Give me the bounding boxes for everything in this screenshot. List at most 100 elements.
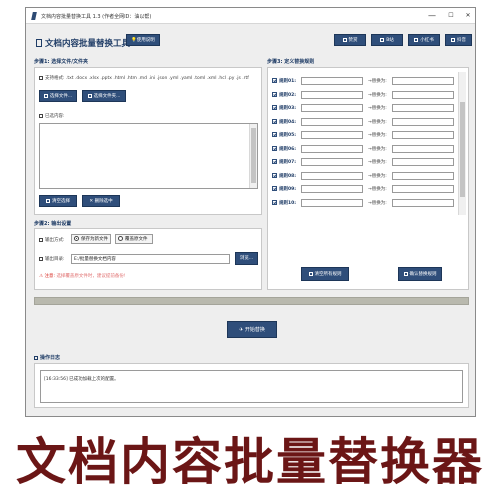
list-icon [39,114,43,118]
rule-row: 规则08: →替换为: [272,171,467,181]
radio-save-new[interactable]: 保存为新文件 [71,234,111,244]
close-button[interactable]: ✕ [462,11,474,21]
rule-replace-input[interactable] [392,104,454,112]
rule-row: 规则10: →替换为: [272,198,467,208]
toolbar-button-zanshang[interactable]: 赞赏 [334,34,366,46]
trash-icon [46,199,50,203]
rule-checkbox[interactable] [272,78,277,83]
scrollbar[interactable] [458,72,466,215]
log-output[interactable]: [16:33:56] 已成功加载上次的配置。 [40,370,463,403]
replace-with-label: →替换为: [368,160,387,165]
rule-row: 规则09: →替换为: [272,185,467,194]
rule-row: 规则04: →替换为: [272,117,467,127]
gift-icon [342,38,347,42]
rule-replace-input[interactable] [392,117,454,126]
gear-icon [39,238,43,242]
start-replace-button[interactable]: ✈ 开始替换 [227,321,277,338]
rule-checkbox[interactable] [272,132,277,137]
toolbar-button-xiaohongshu[interactable]: 小红书 [408,34,440,46]
rule-replace-input[interactable] [392,185,454,193]
rule-checkbox[interactable] [272,91,277,97]
replace-with-label: →替换为: [368,146,387,152]
rule-checkbox[interactable] [272,105,277,110]
step1-label: 步骤1: 选择文件/文件夹 [34,59,89,65]
rule-find-input[interactable] [301,131,363,139]
rule-find-input[interactable] [301,104,363,112]
folder-icon [87,94,92,98]
step2-label: 步骤2: 输出设置 [34,221,72,227]
step3-panel: 规则01: →替换为: 规则02: →替换为: 规则03: →替换为: 规则04: →替换为:… [267,67,469,290]
replace-with-label: →替换为: [368,92,387,98]
maximize-button[interactable]: ☐ [445,11,457,21]
toolbar-button-douyin[interactable]: 抖音 [445,34,472,46]
confirm-rules-label: 确认替换规则 [409,272,437,277]
document-icon [36,39,42,47]
rule-checkbox[interactable] [272,118,277,124]
rule-checkbox[interactable] [272,199,277,205]
rule-find-input[interactable] [301,185,363,193]
minimize-button[interactable]: — [426,11,438,21]
rule-find-input[interactable] [301,158,363,166]
rule-replace-input[interactable] [392,90,454,99]
toolbar-label: B站 [386,38,394,43]
rule-replace-input[interactable] [392,131,454,139]
warning-note: ⚠ 注意: 选择覆盖原文件时，建议提前备份! [39,273,126,279]
rule-find-input[interactable] [301,90,363,99]
scrollbar-thumb[interactable] [251,128,256,183]
rule-row: 规则03: →替换为: [272,104,467,113]
select-file-button[interactable]: 选择文件... [39,90,77,102]
select-folder-button[interactable]: 选择文件夹... [82,90,126,102]
rule-label: 规则08: [279,173,297,179]
clear-selection-button[interactable]: 清空选择 [39,195,77,207]
scrollbar-thumb[interactable] [460,102,465,197]
remove-selected-label: 删除选中 [94,199,113,204]
rule-find-input[interactable] [301,171,363,180]
rule-replace-input[interactable] [392,158,454,166]
usage-button[interactable]: 💡使用说明 [126,34,160,46]
log-panel: [16:33:56] 已成功加载上次的配置。 [34,363,469,408]
rule-checkbox[interactable] [272,159,277,164]
rule-find-input[interactable] [301,77,363,85]
confirm-rules-button[interactable]: 确认替换规则 [398,267,442,281]
rule-label: 规则06: [279,146,297,152]
rule-checkbox[interactable] [272,186,277,191]
replace-with-label: →替换为: [368,187,387,192]
replace-with-label: →替换为: [368,106,387,111]
rule-row: 规则06: →替换为: [272,144,467,154]
checkmark-icon [403,272,408,276]
rule-label: 规则04: [279,119,297,125]
rule-replace-input[interactable] [392,77,454,85]
rule-label: 规则10: [279,200,297,206]
rule-label: 规则03: [279,106,297,111]
rule-replace-input[interactable] [392,198,454,207]
rule-row: 规则01: →替换为: [272,77,467,86]
toolbar-button-bilibili[interactable]: B站 [371,34,403,46]
rule-replace-input[interactable] [392,144,454,153]
step2-panel: 输出方式: 保存为新文件 覆盖原文件 输出目录: E:/批量替换文档内容 浏览.… [34,228,262,290]
browse-button[interactable]: 浏览... [235,252,258,265]
radio-indicator [74,236,79,241]
rule-find-input[interactable] [301,198,363,207]
log-label: 操作日志 [34,354,60,361]
clear-rules-button[interactable]: 清空所有规则 [301,267,349,281]
select-file-label: 选择文件... [49,94,73,99]
supported-formats-label: 支持格式: .txt .docx .xlsx .pptx .html .htm … [45,76,249,81]
scrollbar[interactable] [249,124,257,188]
select-folder-label: 选择文件夹... [93,94,121,99]
rule-checkbox[interactable] [272,172,277,178]
radio-overwrite[interactable]: 覆盖原文件 [115,234,153,244]
rule-replace-input[interactable] [392,171,454,180]
radio-indicator [118,236,123,241]
step3-label: 步骤3: 定义替换规则 [267,59,315,65]
rule-checkbox[interactable] [272,145,277,151]
clear-selection-label: 清空选择 [52,199,70,204]
output-dir-input[interactable]: E:/批量替换文档内容 [71,254,230,264]
output-mode-text: 输出方式: [39,237,65,243]
replace-with-label: →替换为: [368,119,387,125]
selected-files-list[interactable] [39,123,258,189]
rule-find-input[interactable] [301,117,363,126]
remove-selected-button[interactable]: ✕ 删除选中 [82,195,120,207]
window-title: 文档内容批量替换工具 1.3 (作者全网ID：油以帮) [41,14,152,20]
rule-find-input[interactable] [301,144,363,153]
rule-label: 规则07: [279,160,297,165]
